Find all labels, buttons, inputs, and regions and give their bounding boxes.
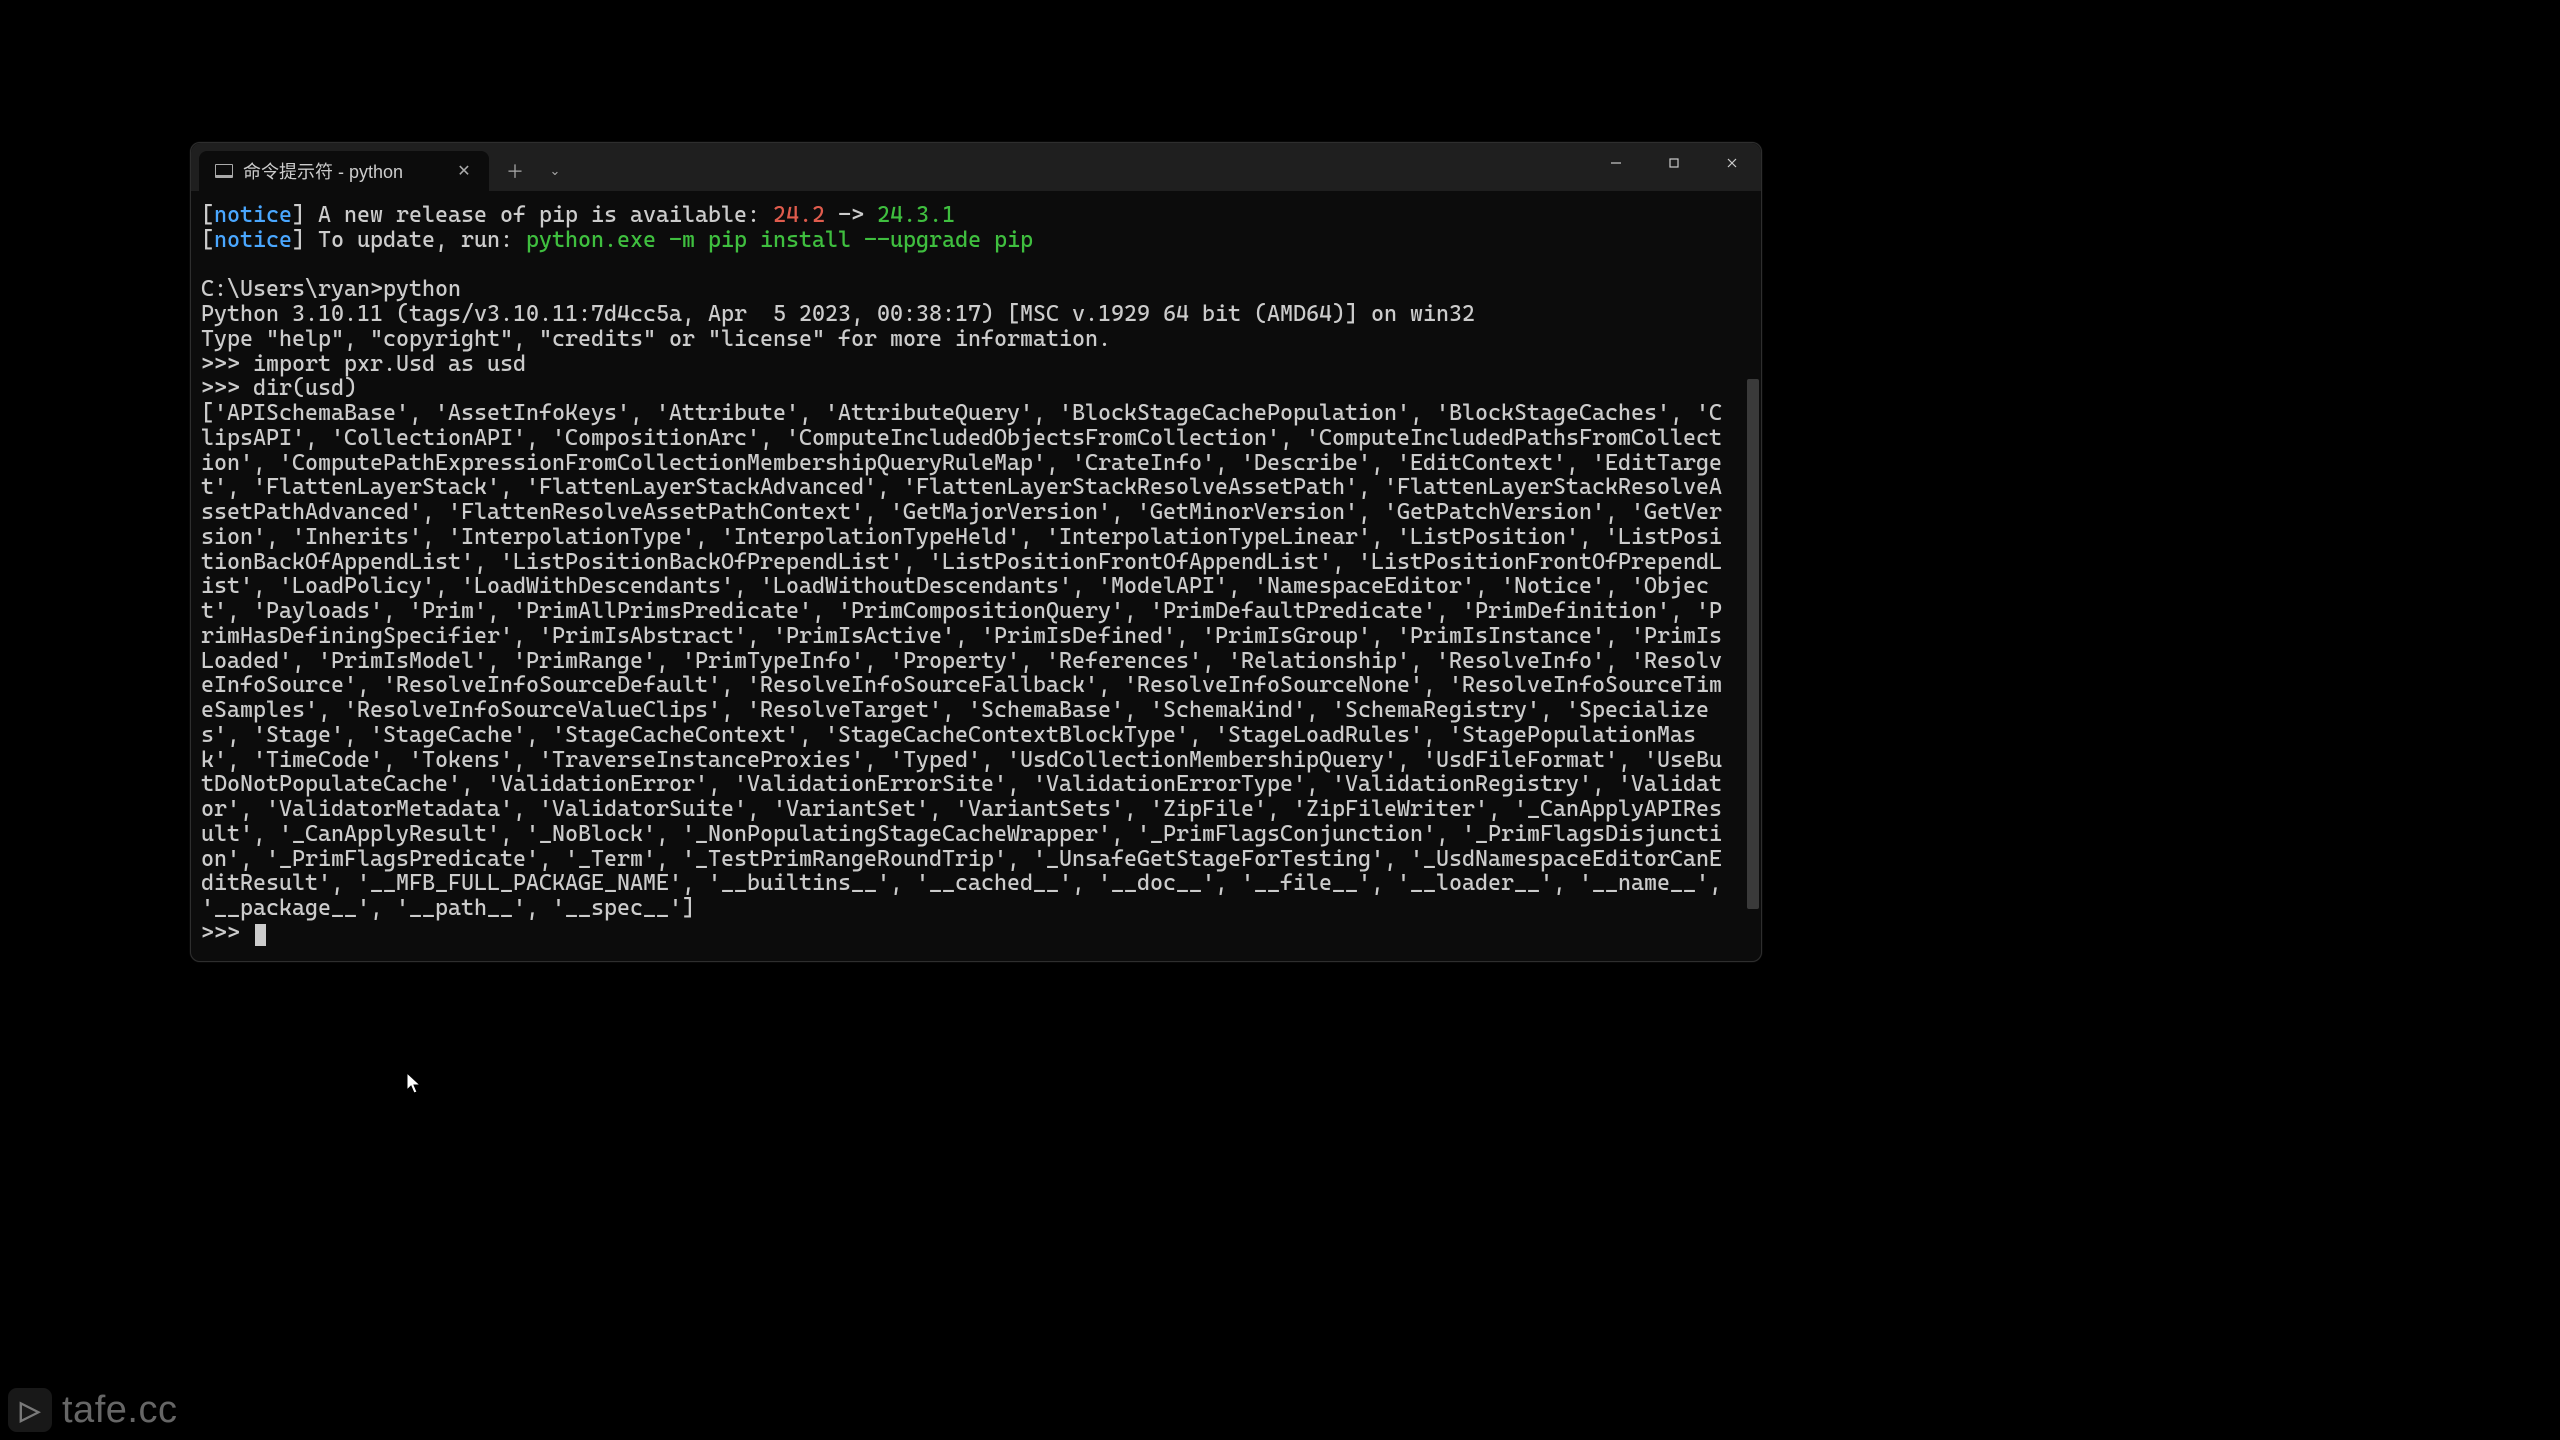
minimize-icon <box>1609 156 1623 170</box>
tab-close-button[interactable]: ✕ <box>453 160 475 182</box>
dir-output: ['APISchemaBase', 'AssetInfoKeys', 'Attr… <box>201 400 1735 921</box>
scrollbar-thumb[interactable] <box>1747 379 1759 909</box>
shell-prompt-line: C:\Users\ryan>python <box>201 276 461 302</box>
new-tab-button[interactable]: ＋ <box>497 155 533 187</box>
repl-prompt[interactable]: >>> <box>201 920 253 946</box>
close-icon <box>1725 156 1739 170</box>
mouse-cursor-icon <box>406 1072 422 1096</box>
maximize-icon <box>1667 156 1681 170</box>
window-controls <box>1587 143 1761 183</box>
watermark: ▷ tafe.cc <box>8 1388 177 1432</box>
tab-title: 命令提示符 - python <box>243 158 443 184</box>
tab-active[interactable]: 命令提示符 - python ✕ <box>199 151 489 191</box>
titlebar[interactable]: 命令提示符 - python ✕ ＋ ⌄ <box>191 143 1761 191</box>
terminal-body[interactable]: [notice] A new release of pip is availab… <box>191 191 1761 961</box>
watermark-text: tafe.cc <box>62 1389 177 1432</box>
minimize-button[interactable] <box>1587 143 1645 183</box>
python-banner-2: Type "help", "copyright", "credits" or "… <box>201 326 1111 352</box>
notice-line-1: [notice] A new release of pip is availab… <box>201 202 955 228</box>
close-button[interactable] <box>1703 143 1761 183</box>
repl-line-dir: >>> dir(usd) <box>201 375 357 401</box>
terminal-window: 命令提示符 - python ✕ ＋ ⌄ [notice] A new rele… <box>190 142 1762 962</box>
text-cursor <box>255 924 266 946</box>
notice-line-2: [notice] To update, run: python.exe -m p… <box>201 227 1033 253</box>
python-banner-1: Python 3.10.11 (tags/v3.10.11:7d4cc5a, A… <box>201 301 1475 327</box>
terminal-icon <box>215 164 233 178</box>
tab-dropdown-button[interactable]: ⌄ <box>537 155 573 187</box>
terminal-output[interactable]: [notice] A new release of pip is availab… <box>201 203 1735 946</box>
maximize-button[interactable] <box>1645 143 1703 183</box>
watermark-icon: ▷ <box>8 1388 52 1432</box>
repl-line-import: >>> import pxr.Usd as usd <box>201 351 526 377</box>
tab-controls: ＋ ⌄ <box>489 151 581 191</box>
